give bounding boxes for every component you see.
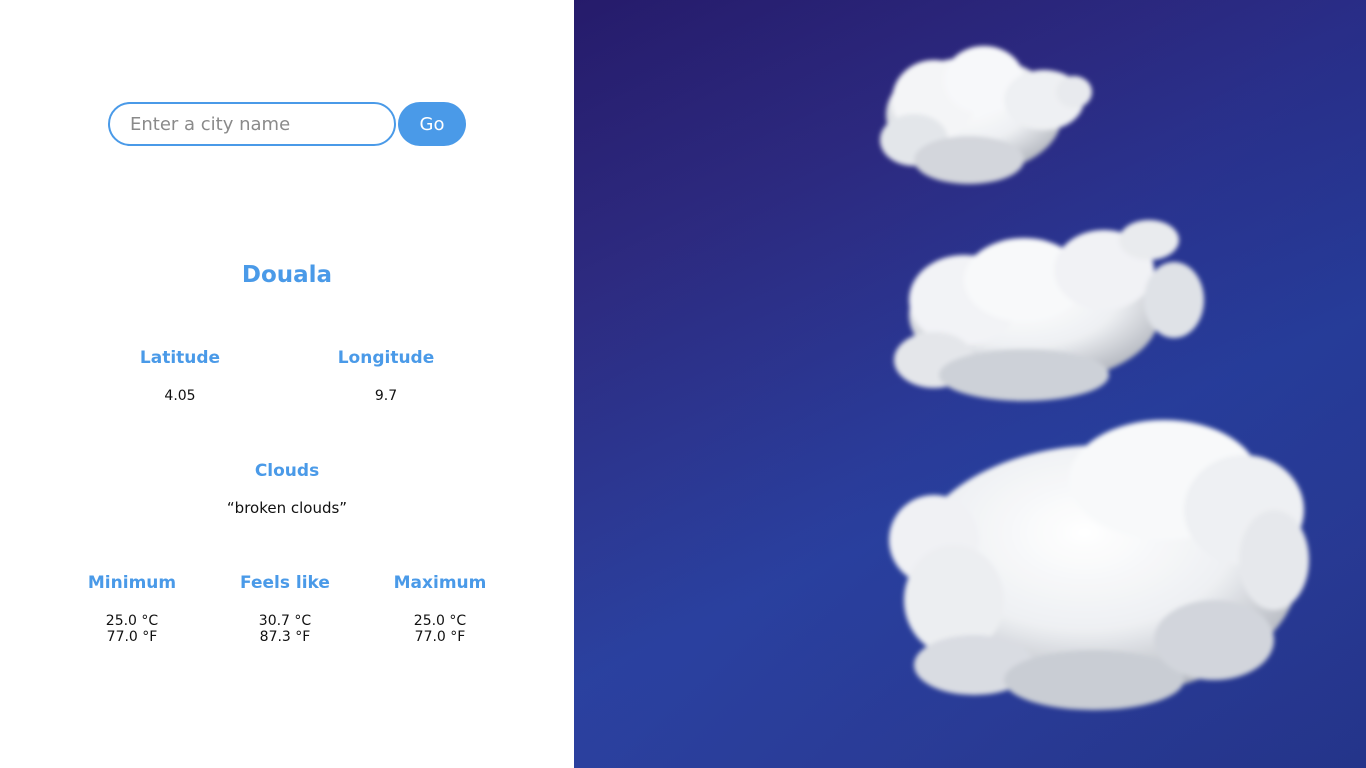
longitude-value: 9.7 (374, 388, 398, 404)
latitude-value: 4.05 (164, 388, 196, 404)
feels-like-label: Feels like (240, 573, 330, 593)
maximum-fahrenheit: 77.0 °F (414, 629, 466, 645)
city-name: Douala (241, 262, 333, 288)
clouds-illustration (574, 0, 1366, 768)
maximum-celsius: 25.0 °C (413, 613, 467, 629)
clouds-sky-image (574, 0, 1366, 768)
city-search-form: Go (108, 102, 466, 146)
feels-like-celsius: 30.7 °C (258, 613, 312, 629)
minimum-label: Minimum (87, 573, 177, 593)
clouds-label: Clouds (254, 461, 320, 481)
latitude-label: Latitude (139, 348, 221, 368)
minimum-celsius: 25.0 °C (105, 613, 159, 629)
weather-panel: Go Douala Latitude 4.05 Longitude 9.7 Cl… (0, 0, 574, 768)
weather-app: Go Douala Latitude 4.05 Longitude 9.7 Cl… (0, 0, 1366, 768)
weather-description: “broken clouds” (226, 499, 348, 517)
longitude-label: Longitude (337, 348, 435, 368)
maximum-label: Maximum (393, 573, 487, 593)
city-search-input[interactable] (108, 102, 396, 146)
feels-like-fahrenheit: 87.3 °F (259, 629, 311, 645)
minimum-fahrenheit: 77.0 °F (106, 629, 158, 645)
go-button[interactable]: Go (398, 102, 466, 146)
